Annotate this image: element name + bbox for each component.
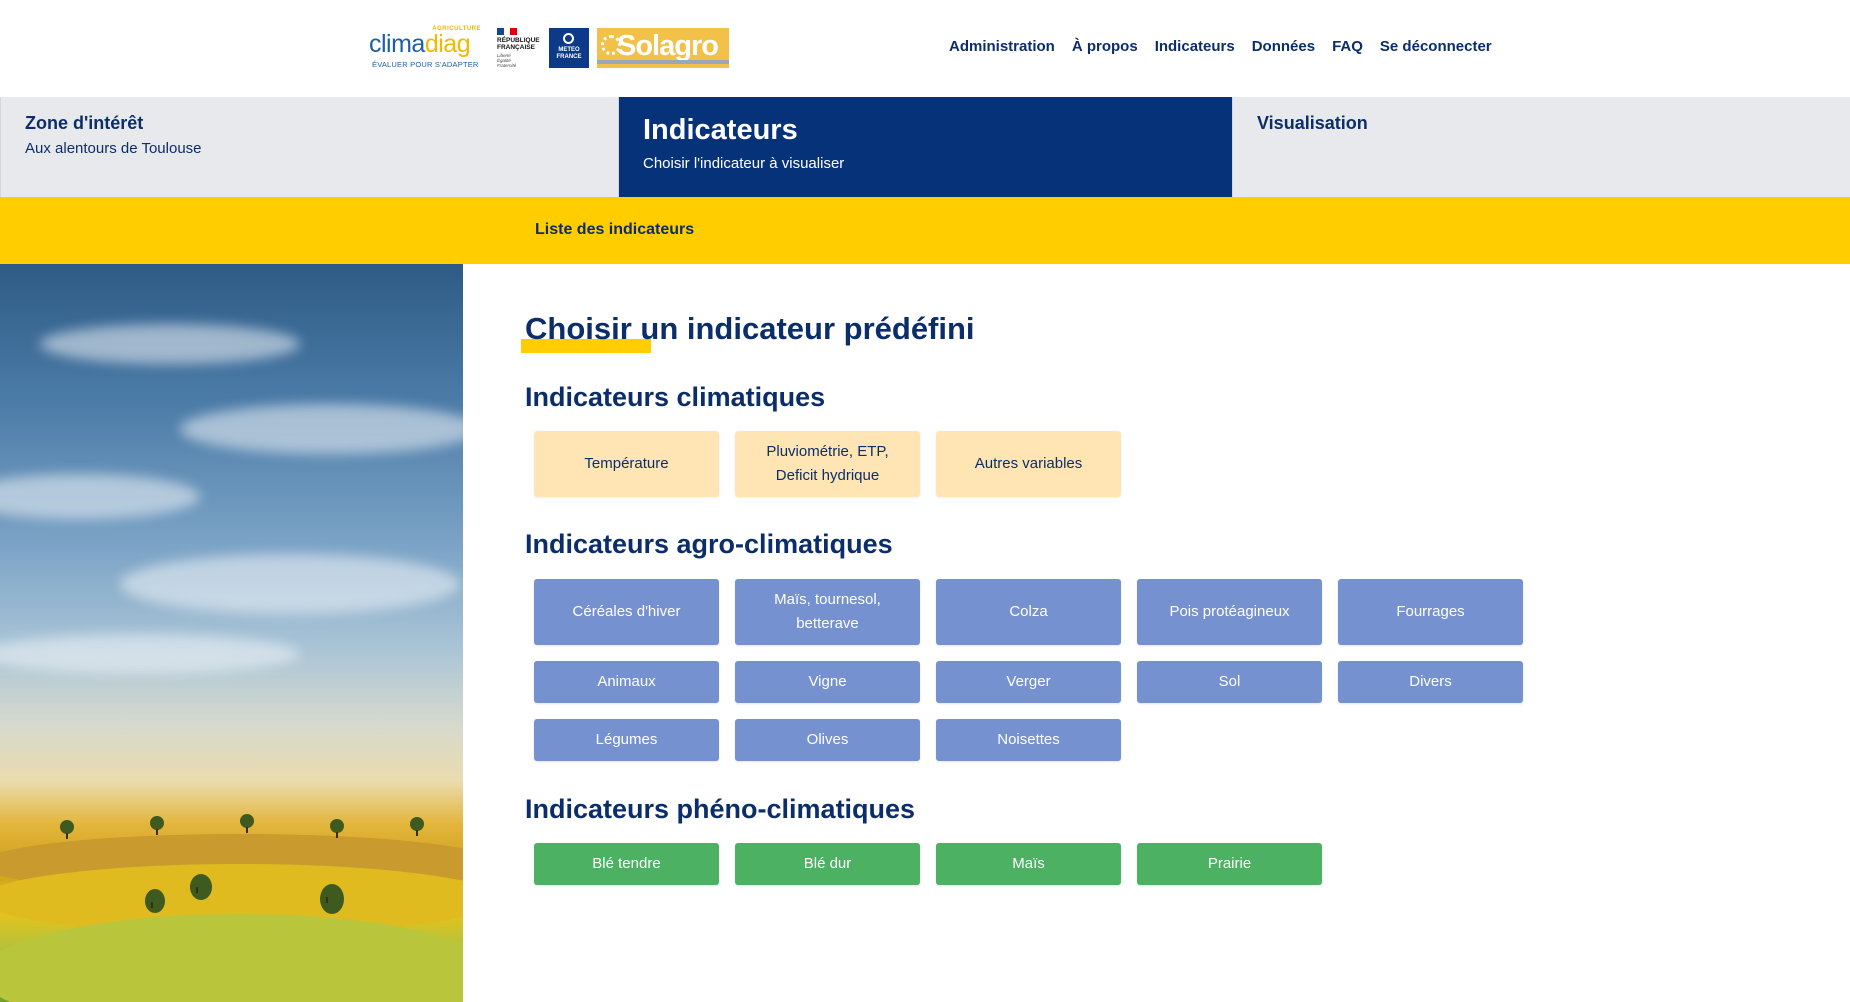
climadiag-logo-word-1: clima (369, 30, 425, 58)
btn-animaux[interactable]: Animaux (534, 661, 719, 703)
solagro-label: Solagro (617, 30, 719, 62)
tree-shape (150, 816, 164, 835)
nav-administration[interactable]: Administration (949, 38, 1055, 55)
btn-autres-variables[interactable]: Autres variables (936, 431, 1121, 497)
french-flag-icon (497, 28, 518, 35)
step-visualisation[interactable]: Visualisation (1232, 97, 1850, 197)
nav-indicateurs[interactable]: Indicateurs (1155, 38, 1235, 55)
page-title: Choisir un indicateur prédéfini (525, 311, 975, 346)
step-title: Zone d'intérêt (25, 113, 144, 133)
step-zone-interet[interactable]: Zone d'intérêt Aux alentours de Toulouse (0, 97, 618, 197)
cloud-shape (40, 324, 300, 364)
subnav-bar: Liste des indicateurs (0, 197, 1850, 264)
tree-shape (60, 820, 74, 839)
nav-a-propos[interactable]: À propos (1072, 38, 1138, 55)
btn-ble-tendre[interactable]: Blé tendre (534, 843, 719, 885)
nav-donnees[interactable]: Données (1252, 38, 1315, 55)
btn-olives[interactable]: Olives (735, 719, 920, 761)
step-indicateurs[interactable]: Indicateurs Choisir l'indicateur à visua… (618, 97, 1232, 197)
nav-faq[interactable]: FAQ (1332, 38, 1363, 55)
meteo-france-icon (563, 33, 574, 44)
section-title-climatiques: Indicateurs climatiques (525, 382, 826, 412)
btn-colza[interactable]: Colza (936, 579, 1121, 645)
section-title-agro: Indicateurs agro-climatiques (525, 529, 893, 559)
btn-mais[interactable]: Maïs (936, 843, 1121, 885)
tree-shape (320, 884, 344, 914)
climadiag-logo-word-2: diag (424, 30, 471, 58)
btn-pois-proteagineux[interactable]: Pois protéagineux (1137, 579, 1322, 645)
cloud-shape (0, 474, 200, 519)
btn-ble-dur[interactable]: Blé dur (735, 843, 920, 885)
btn-cereales-hiver[interactable]: Céréales d'hiver (534, 579, 719, 645)
landscape-image (0, 264, 463, 1002)
rf-logo-title: RÉPUBLIQUE FRANÇAISE (497, 37, 540, 51)
step-subtitle: Aux alentours de Toulouse (25, 140, 202, 157)
site-header: AGRICULTURE climadiag ÉVALUER POUR S'ADA… (0, 0, 1850, 97)
rf-logo-motto: Liberté Égalité Fraternité (497, 53, 517, 68)
tree-shape (190, 874, 212, 900)
btn-temperature[interactable]: Température (534, 431, 719, 497)
tree-shape (410, 817, 424, 836)
climadiag-logo[interactable]: AGRICULTURE climadiag ÉVALUER POUR S'ADA… (369, 26, 481, 70)
btn-mais-tournesol-betterave[interactable]: Maïs, tournesol, betterave (735, 579, 920, 645)
solagro-stripe (597, 60, 729, 64)
cloud-shape (0, 634, 300, 674)
solagro-logo: Solagro (597, 28, 729, 68)
meteo-france-label: METEO FRANCE (556, 47, 582, 60)
btn-divers[interactable]: Divers (1338, 661, 1523, 703)
btn-vigne[interactable]: Vigne (735, 661, 920, 703)
btn-verger[interactable]: Verger (936, 661, 1121, 703)
tree-shape (330, 819, 344, 838)
btn-legumes[interactable]: Légumes (534, 719, 719, 761)
btn-noisettes[interactable]: Noisettes (936, 719, 1121, 761)
nav-se-deconnecter[interactable]: Se déconnecter (1380, 38, 1492, 55)
republique-francaise-logo: RÉPUBLIQUE FRANÇAISE Liberté Égalité Fra… (495, 26, 545, 70)
btn-pluviometrie-etp-deficit[interactable]: Pluviométrie, ETP, Deficit hydrique (735, 431, 920, 497)
btn-prairie[interactable]: Prairie (1137, 843, 1322, 885)
climadiag-logo-word: climadiag (369, 30, 471, 59)
btn-fourrages[interactable]: Fourrages (1338, 579, 1523, 645)
btn-sol[interactable]: Sol (1137, 661, 1322, 703)
tree-shape (145, 889, 165, 913)
hill-shape (0, 914, 463, 1002)
indicator-selection-panel: Choisir un indicateur prédéfini Indicate… (463, 264, 1850, 1002)
step-title: Visualisation (1257, 113, 1368, 133)
cloud-shape (180, 404, 463, 454)
workflow-steps: Zone d'intérêt Aux alentours de Toulouse… (0, 97, 1850, 197)
main-nav: Administration À propos Indicateurs Donn… (949, 38, 1492, 55)
subnav-liste-indicateurs[interactable]: Liste des indicateurs (535, 221, 694, 239)
partner-logos: AGRICULTURE climadiag ÉVALUER POUR S'ADA… (369, 26, 729, 70)
cloud-shape (120, 554, 460, 614)
step-subtitle: Choisir l'indicateur à visualiser (643, 155, 845, 172)
meteo-france-logo: METEO FRANCE (549, 28, 589, 68)
climadiag-logo-tagline: ÉVALUER POUR S'ADAPTER (372, 60, 479, 69)
section-title-pheno: Indicateurs phéno-climatiques (525, 794, 916, 824)
step-title: Indicateurs (643, 114, 798, 146)
tree-shape (240, 814, 254, 833)
